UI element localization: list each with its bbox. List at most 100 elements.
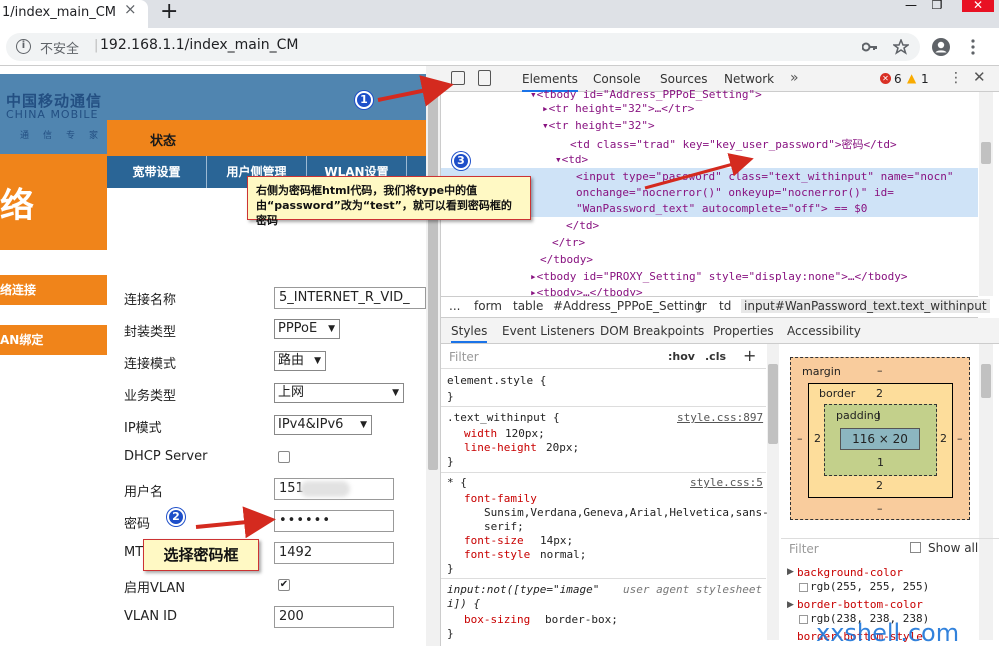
hov-toggle[interactable]: :hov: [668, 350, 695, 363]
computed-prop[interactable]: background-color: [797, 566, 903, 579]
rule1-prop[interactable]: line-height: [464, 441, 537, 454]
margin-top-value[interactable]: –: [877, 364, 883, 377]
rule1-source-link[interactable]: style.css:897: [677, 411, 763, 424]
encap-select[interactable]: PPPoE ▼: [274, 319, 340, 339]
color-swatch[interactable]: [799, 615, 808, 624]
rule3-val[interactable]: border-box;: [545, 613, 618, 626]
margin-left-value[interactable]: –: [797, 432, 803, 445]
page-scrollbar-thumb[interactable]: [428, 90, 438, 470]
breadcrumb-item[interactable]: form: [474, 299, 502, 313]
subnav-broadband[interactable]: 宽带设置: [107, 156, 207, 188]
tab-event-listeners[interactable]: Event Listeners: [502, 324, 595, 338]
info-icon[interactable]: i: [16, 39, 31, 54]
box-model-content[interactable]: 116 × 20: [840, 428, 920, 450]
minimize-button[interactable]: —: [898, 0, 924, 12]
rule2-prop[interactable]: font-style: [464, 548, 530, 561]
window-close-button[interactable]: ✕: [962, 0, 994, 12]
padding-right-value[interactable]: 2: [940, 432, 947, 445]
tab-sources[interactable]: Sources: [660, 72, 707, 86]
rule2-val[interactable]: normal;: [540, 548, 586, 561]
rule2-val[interactable]: 14px;: [540, 534, 573, 547]
inspect-element-icon[interactable]: [451, 71, 465, 85]
breadcrumb-item[interactable]: tr: [697, 299, 707, 313]
rule2-prop[interactable]: font-size: [464, 534, 524, 547]
rule3-selector[interactable]: input:not([type="image": [447, 583, 599, 596]
conn-mode-select[interactable]: 路由 ▼: [274, 351, 326, 371]
tab-close-icon[interactable]: ×: [124, 0, 137, 18]
error-icon[interactable]: ✕: [880, 73, 891, 84]
breadcrumb-item[interactable]: #Address_PPPoE_Setting: [553, 299, 702, 313]
padding-left-value[interactable]: 2: [814, 432, 821, 445]
rule2-source-link[interactable]: style.css:5: [690, 476, 763, 489]
dom-line[interactable]: <td class="trad" key="key_user_password"…: [570, 136, 897, 152]
conn-name-input[interactable]: 5_INTERNET_R_VID_: [274, 287, 426, 309]
warning-icon[interactable]: ▲: [907, 71, 916, 85]
styles-scrollbar-thumb[interactable]: [768, 364, 778, 444]
tab-styles[interactable]: Styles: [451, 324, 488, 343]
rule3-selector[interactable]: i]) {: [447, 597, 480, 610]
rule1-selector[interactable]: .text_withinput {: [447, 411, 560, 424]
more-tabs-icon[interactable]: »: [790, 70, 799, 86]
password-input[interactable]: ••••••: [274, 510, 394, 532]
tab-dom-breakpoints[interactable]: DOM Breakpoints: [600, 324, 704, 338]
breadcrumb-item[interactable]: td: [719, 299, 731, 313]
margin-right-value[interactable]: –: [957, 432, 963, 445]
new-rule-button[interactable]: +: [743, 346, 756, 365]
new-tab-button[interactable]: +: [160, 0, 178, 24]
url-text[interactable]: 192.168.1.1/index_main_CM: [100, 37, 298, 53]
breadcrumb-item[interactable]: ...: [449, 299, 460, 313]
key-icon[interactable]: [862, 40, 878, 54]
vlan-id-input[interactable]: 200: [274, 606, 394, 628]
profile-icon[interactable]: [931, 37, 951, 57]
sidebar-item-connection[interactable]: 络连接: [0, 275, 107, 305]
dom-line[interactable]: ▸<tbody id="PROXY_Setting" style="displa…: [530, 270, 908, 283]
rule-element-style[interactable]: element.style {: [447, 374, 546, 387]
padding-bottom-value[interactable]: 1: [877, 456, 884, 469]
elements-scrollbar-thumb[interactable]: [981, 142, 991, 164]
styles-filter-input[interactable]: Filter: [449, 350, 479, 364]
dom-line[interactable]: </tr>: [552, 236, 585, 249]
dom-line[interactable]: ▾<tbody id="Address_PPPoE_Setting">: [530, 88, 762, 101]
computed-scrollbar-thumb[interactable]: [981, 364, 991, 398]
rule3-prop[interactable]: box-sizing: [464, 613, 530, 626]
dom-line[interactable]: ▸<tr height="32">…</tr>: [542, 102, 694, 115]
tab-status[interactable]: 状态: [150, 130, 176, 149]
rule1-val[interactable]: 120px;: [505, 427, 545, 440]
expand-arrow-icon[interactable]: ▶: [787, 600, 794, 610]
maximize-button[interactable]: ❐: [924, 0, 950, 12]
computed-value[interactable]: rgb(255, 255, 255): [810, 580, 929, 593]
devtools-menu-icon[interactable]: ⋮: [949, 70, 963, 86]
border-top-value[interactable]: 2: [876, 387, 883, 400]
rule2-val[interactable]: Sunsim,Verdana,Geneva,Arial,Helvetica,sa…: [484, 506, 769, 519]
rule2-selector[interactable]: * {: [447, 476, 467, 489]
rule1-prop[interactable]: width: [464, 427, 497, 440]
show-all-checkbox[interactable]: [910, 542, 921, 553]
padding-top-value[interactable]: l: [877, 409, 880, 422]
breadcrumb-item-active[interactable]: input#WanPassword_text.text_withinput: [741, 299, 990, 313]
dom-line-selected[interactable]: onchange="nocnerror()" onkeyup="nocnerro…: [576, 186, 894, 199]
dhcp-checkbox[interactable]: [278, 451, 290, 463]
rule2-prop[interactable]: font-family: [464, 492, 537, 505]
star-icon[interactable]: [893, 39, 909, 55]
dom-line-selected[interactable]: "WanPassword_text" autocomplete="off"> =…: [576, 202, 867, 215]
expand-arrow-icon[interactable]: ▶: [787, 567, 794, 577]
security-label[interactable]: 不安全: [40, 38, 79, 57]
dom-line[interactable]: </tbody>: [540, 253, 593, 266]
vlan-enable-checkbox[interactable]: ✔: [278, 579, 290, 591]
warning-count[interactable]: 1: [921, 72, 929, 86]
tab-console[interactable]: Console: [593, 72, 641, 86]
dom-line[interactable]: ▾<td>: [555, 153, 588, 166]
border-bottom-value[interactable]: 2: [876, 479, 883, 492]
color-swatch[interactable]: [799, 583, 808, 592]
elements-scrollbar[interactable]: [979, 92, 993, 296]
device-toolbar-icon[interactable]: [478, 70, 491, 86]
devtools-close-icon[interactable]: ✕: [973, 68, 986, 86]
cls-toggle[interactable]: .cls: [705, 350, 726, 363]
rule1-val[interactable]: 20px;: [546, 441, 579, 454]
rule2-val[interactable]: serif;: [484, 520, 524, 533]
margin-bottom-value[interactable]: –: [877, 502, 883, 515]
sidebar-item-vlan-binding[interactable]: AN绑定: [0, 325, 107, 355]
error-count[interactable]: 6: [894, 72, 902, 86]
dom-line[interactable]: </td>: [566, 219, 599, 232]
breadcrumb-item[interactable]: table: [513, 299, 543, 313]
